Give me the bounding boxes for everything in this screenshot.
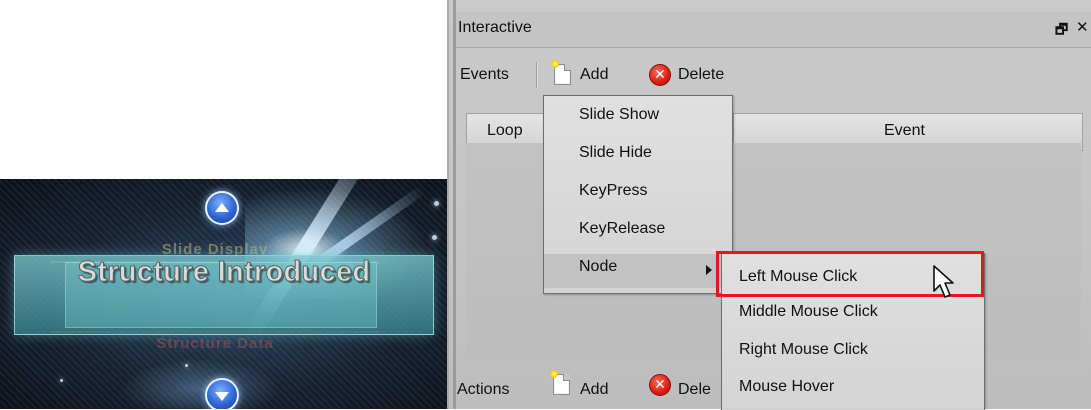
new-file-icon[interactable] (550, 370, 570, 395)
add-action-button[interactable]: Add (580, 381, 608, 399)
slide-preview: Slide Display Structure Data Structure I… (0, 179, 447, 409)
menu-item-label: Node (579, 258, 618, 275)
up-arrow-icon[interactable] (205, 191, 239, 225)
menu-item-label: Slide Hide (579, 144, 652, 161)
menu-item-label: KeyRelease (579, 220, 666, 237)
light-glow (120, 359, 280, 409)
delete-event-button[interactable]: Delete (678, 66, 724, 84)
menu-item-keypress[interactable]: KeyPress (544, 178, 732, 208)
sparkle (185, 364, 188, 367)
mouse-pointer-icon (933, 265, 954, 298)
panel-border (453, 0, 456, 409)
column-header-label: Loop (487, 122, 523, 139)
submenu-item-mouse-hover[interactable]: Mouse Hover (722, 375, 984, 405)
menu-item-keyrelease[interactable]: KeyRelease (544, 216, 732, 246)
sparkle (434, 201, 439, 206)
submenu-item-label: Mouse Hover (739, 378, 835, 395)
new-file-icon[interactable] (551, 60, 571, 85)
panel-title: Interactive (458, 19, 532, 36)
events-label: Events (460, 66, 509, 83)
add-event-button[interactable]: Add (580, 66, 608, 84)
panel-title-bar: Interactive (456, 12, 1091, 48)
menu-item-slide-show[interactable]: Slide Show (544, 102, 732, 132)
submenu-item-label: Middle Mouse Click (739, 303, 878, 320)
submenu-item-label: Right Mouse Click (739, 341, 868, 358)
menu-item-label: Slide Show (579, 106, 660, 123)
submenu-arrow-icon (706, 265, 712, 275)
restore-icon[interactable]: 🗗 (1055, 19, 1068, 43)
menu-item-label: KeyPress (579, 182, 648, 199)
actions-label: Actions (457, 381, 510, 398)
panel-splitter[interactable] (447, 0, 449, 409)
event-type-menu: Slide Show Slide Hide KeyPress KeyReleas… (543, 95, 733, 294)
close-icon[interactable]: ✕ (1076, 18, 1089, 36)
delete-action-button[interactable]: Dele (678, 381, 711, 399)
delete-icon[interactable]: ✕ (649, 64, 671, 86)
submenu-item-right-mouse-click[interactable]: Right Mouse Click (722, 338, 984, 368)
slide-title: Structure Introduced (77, 256, 371, 289)
slide-title-box[interactable]: Structure Introduced (14, 255, 434, 335)
sparkle (432, 235, 437, 240)
menu-item-node[interactable]: Node (544, 254, 732, 288)
delete-icon[interactable]: ✕ (649, 374, 671, 396)
toolbar-separator (536, 62, 538, 88)
submenu-item-middle-mouse-click[interactable]: Middle Mouse Click (722, 300, 984, 330)
sparkle (60, 379, 63, 382)
down-arrow-icon[interactable] (205, 378, 239, 409)
column-header-label: Event (884, 122, 925, 139)
menu-item-slide-hide[interactable]: Slide Hide (544, 140, 732, 170)
